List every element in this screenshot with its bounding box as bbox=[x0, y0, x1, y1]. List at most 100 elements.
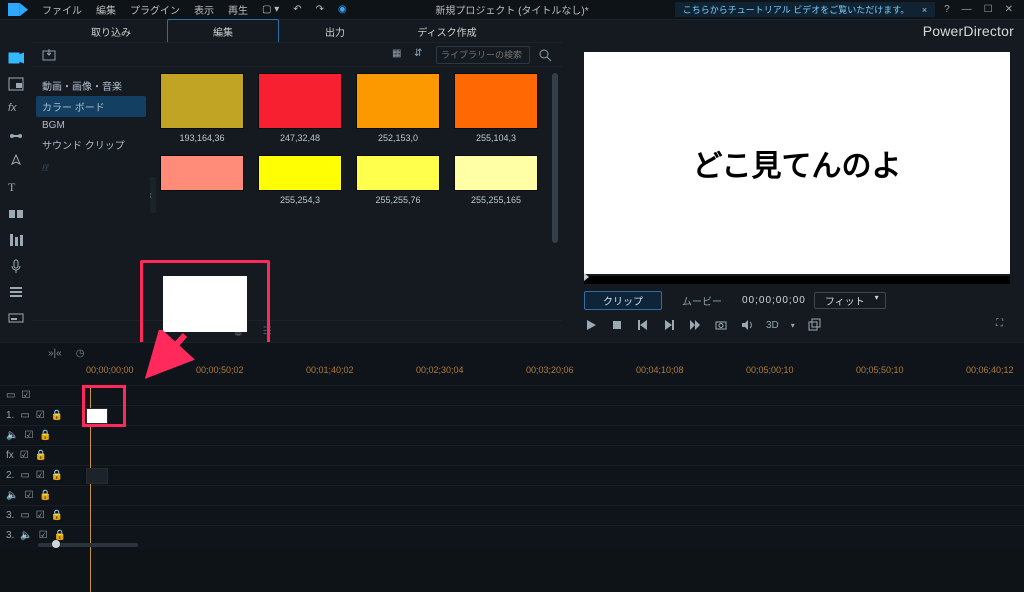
cat-sound-clip[interactable]: サウンド クリップ bbox=[36, 134, 146, 155]
collapse-categories-icon[interactable]: ‹ bbox=[150, 177, 156, 213]
tl-marker-icon[interactable]: ◷ bbox=[76, 348, 85, 359]
menu-file[interactable]: ファイル bbox=[42, 2, 82, 17]
voice-over-icon[interactable] bbox=[8, 258, 24, 274]
menu-redo-icon[interactable]: ↷ bbox=[316, 4, 324, 15]
swatch-label: 255,254,3 bbox=[280, 195, 320, 205]
volume-icon[interactable] bbox=[740, 318, 754, 332]
menu-aspect-dropdown[interactable]: ▢ ▾ bbox=[262, 4, 279, 15]
preview-fit-dropdown[interactable]: フィット bbox=[814, 292, 886, 309]
snapshot-icon[interactable] bbox=[714, 318, 728, 332]
preview-canvas[interactable]: どこ見てんのよ bbox=[584, 52, 1010, 274]
swatch[interactable] bbox=[160, 155, 244, 205]
menu-cloud-icon[interactable]: ◉ bbox=[338, 4, 347, 15]
preview-mode-movie[interactable]: ムービー bbox=[670, 292, 734, 309]
ruler-label: 00;03;20;06 bbox=[526, 365, 574, 375]
tab-import[interactable]: 取り込み bbox=[55, 20, 167, 43]
track-label: 3. bbox=[6, 530, 14, 541]
swatch[interactable]: 255,255,165 bbox=[454, 155, 538, 205]
subtitle-room-icon[interactable] bbox=[8, 310, 24, 326]
track-film-icon: ▭ bbox=[20, 410, 29, 421]
track-video-icon[interactable]: ▭ bbox=[6, 390, 15, 401]
swatch[interactable]: 252,153,0 bbox=[356, 73, 440, 143]
zoom-knob[interactable] bbox=[52, 540, 60, 548]
3d-toggle[interactable]: 3D bbox=[766, 320, 779, 331]
cat-media[interactable]: 動画・画像・音楽 bbox=[36, 75, 146, 96]
particle-room-icon[interactable] bbox=[8, 128, 24, 144]
track-lock-icon[interactable]: 🔒 bbox=[51, 410, 63, 421]
ruler-label: 00;01;40;02 bbox=[306, 365, 354, 375]
swatch-label: 255,104,3 bbox=[476, 133, 516, 143]
prev-frame-icon[interactable] bbox=[636, 318, 650, 332]
library-scrollbar[interactable] bbox=[552, 73, 558, 243]
grid-view-icon[interactable]: ▦ bbox=[392, 48, 406, 62]
swatch-label: 255,255,165 bbox=[471, 195, 521, 205]
track-label: 2. bbox=[6, 470, 14, 481]
maximize-button[interactable]: ☐ bbox=[981, 4, 996, 15]
menu-undo-icon[interactable]: ↶ bbox=[293, 4, 301, 15]
sort-icon[interactable]: ⇵ bbox=[414, 48, 428, 62]
track-label: 1. bbox=[6, 410, 14, 421]
tl-snap-icon[interactable]: »|« bbox=[48, 348, 62, 359]
library-search[interactable] bbox=[436, 46, 530, 64]
swatch[interactable]: 247,32,48 bbox=[258, 73, 342, 143]
transition-room-icon[interactable] bbox=[8, 206, 24, 222]
preview-scrubber[interactable] bbox=[584, 276, 1010, 284]
tab-output[interactable]: 出力 bbox=[279, 20, 391, 43]
tab-edit[interactable]: 編集 bbox=[167, 19, 279, 44]
preview-timecode: 00;00;00;00 bbox=[742, 295, 806, 306]
swatch-label: 255,255,76 bbox=[375, 195, 420, 205]
cat-color-board[interactable]: カラー ボード bbox=[36, 96, 146, 117]
tutorial-tip-close-icon[interactable]: × bbox=[922, 5, 927, 15]
ruler-label: 00;06;40;12 bbox=[966, 365, 1014, 375]
category-list: 動画・画像・音楽 カラー ボード BGM サウンド クリップ ℓℓ bbox=[32, 67, 150, 320]
search-icon[interactable] bbox=[538, 48, 552, 62]
pen-tool-icon[interactable] bbox=[8, 154, 24, 170]
track-label: 3. bbox=[6, 510, 14, 521]
help-button[interactable]: ? bbox=[941, 4, 953, 15]
clip-dark[interactable] bbox=[86, 468, 108, 484]
audio-room-icon[interactable] bbox=[8, 232, 24, 248]
tab-disc[interactable]: ディスク作成 bbox=[391, 20, 503, 43]
media-room-icon[interactable] bbox=[8, 50, 24, 66]
menu-view[interactable]: 表示 bbox=[194, 2, 214, 17]
annotation-arrow-icon bbox=[145, 330, 195, 380]
swatch[interactable]: 255,255,76 bbox=[356, 155, 440, 205]
stop-icon[interactable] bbox=[610, 318, 624, 332]
title-room-icon[interactable]: T bbox=[8, 180, 24, 196]
ruler-label: 00;02;30;04 bbox=[416, 365, 464, 375]
track-fx-label: fx bbox=[6, 450, 14, 461]
tutorial-tip[interactable]: こちらからチュートリアル ビデオをご覧いただけます。 × bbox=[675, 2, 935, 17]
chapter-room-icon[interactable] bbox=[8, 284, 24, 300]
timeline-zoom-slider[interactable] bbox=[38, 543, 138, 547]
library-search-input[interactable] bbox=[441, 50, 525, 60]
swatch[interactable]: 255,104,3 bbox=[454, 73, 538, 143]
next-frame-icon[interactable] bbox=[662, 318, 676, 332]
fast-forward-icon[interactable] bbox=[688, 318, 702, 332]
menu-plugin[interactable]: プラグイン bbox=[130, 2, 180, 17]
swatch-label: 247,32,48 bbox=[280, 133, 320, 143]
menu-edit[interactable]: 編集 bbox=[96, 2, 116, 17]
close-button[interactable]: ✕ bbox=[1002, 4, 1016, 15]
undock-icon[interactable] bbox=[807, 318, 821, 332]
swatch[interactable]: 193,164,36 bbox=[160, 73, 244, 143]
track-audio-icon[interactable]: 🔈 bbox=[6, 430, 18, 441]
preview-mode-clip[interactable]: クリップ bbox=[584, 291, 662, 310]
swatch[interactable]: 255,254,3 bbox=[258, 155, 342, 205]
preview-pane: どこ見てんのよ クリップ ムービー 00;00;00;00 フィット 3D ▾ … bbox=[562, 42, 1024, 342]
menu-play[interactable]: 再生 bbox=[228, 2, 248, 17]
ruler-label: 00;00;00;00 bbox=[86, 365, 134, 375]
play-icon[interactable] bbox=[584, 318, 598, 332]
cat-bgm[interactable]: BGM bbox=[36, 117, 146, 134]
ruler-label: 00;05;50;10 bbox=[856, 365, 904, 375]
media-library: ▦ ⇵ 動画・画像・音楽 カラー ボード BGM サウンド クリップ ℓℓ ‹ … bbox=[32, 42, 562, 342]
brand-label: PowerDirector bbox=[923, 23, 1024, 39]
preview-settings-icon[interactable]: ⛶ bbox=[996, 318, 1010, 332]
app-logo-icon bbox=[8, 3, 28, 17]
scrubber-playhead-icon[interactable] bbox=[584, 273, 589, 281]
pip-room-icon[interactable] bbox=[8, 76, 24, 92]
fx-room-icon[interactable]: fx bbox=[8, 102, 24, 118]
import-media-icon[interactable] bbox=[42, 48, 56, 62]
signature-icon: ℓℓ bbox=[36, 163, 146, 174]
preview-text: どこ見てんのよ bbox=[692, 141, 901, 185]
minimize-button[interactable]: — bbox=[959, 4, 975, 15]
